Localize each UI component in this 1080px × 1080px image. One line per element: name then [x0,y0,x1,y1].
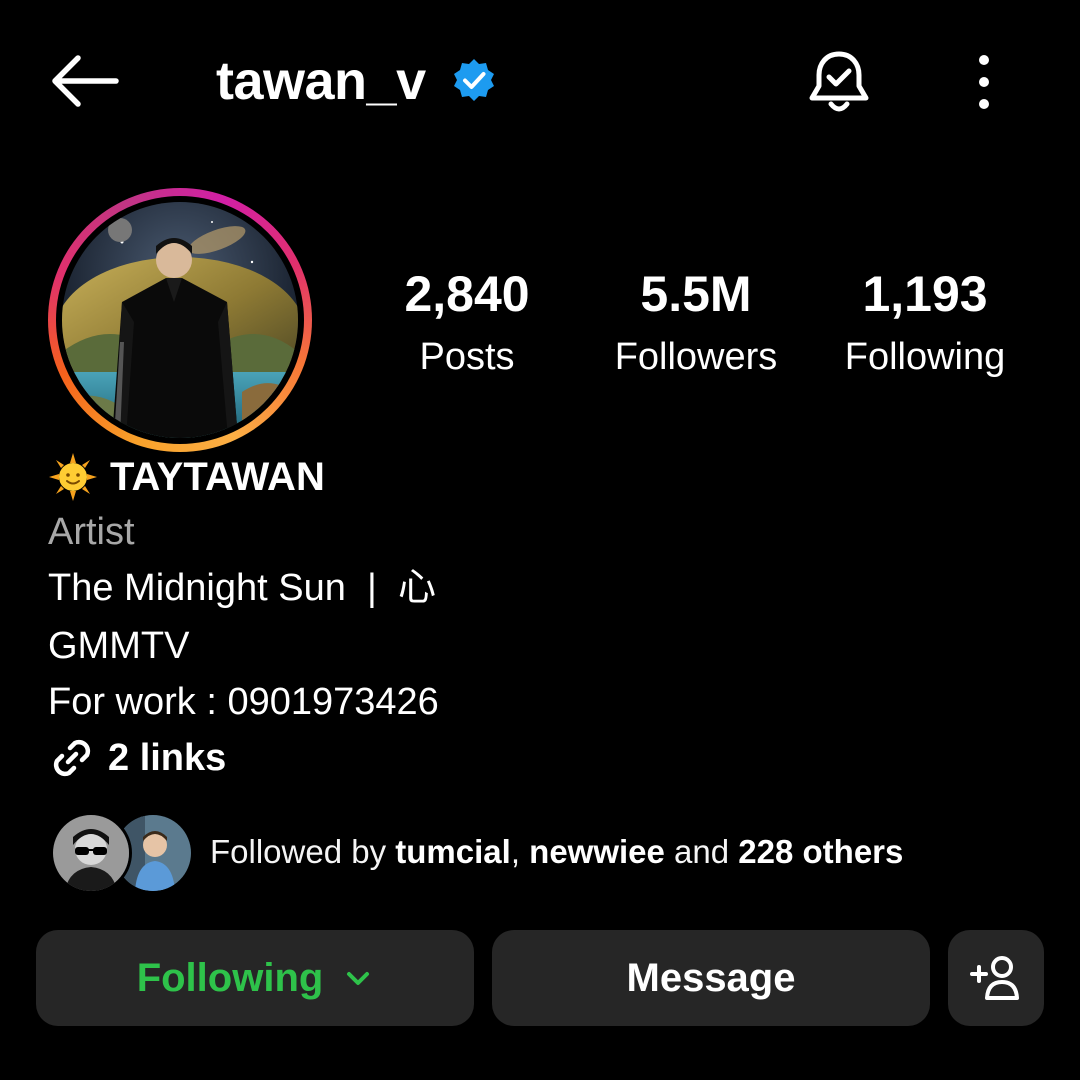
verified-badge-icon [454,59,494,101]
mutual-others: 228 others [738,833,904,870]
following-count: 1,193 [862,266,988,322]
followed-by-text: Followed by tumcial, newwiee and 228 oth… [210,812,903,892]
links-button[interactable]: 2 links [48,734,226,782]
mutual-user-1: tumcial [395,833,511,870]
mutual-conjunction: and [664,833,739,870]
more-vertical-icon[interactable] [964,52,1004,112]
posts-count: 2,840 [404,266,530,322]
profile-avatar[interactable] [62,202,298,438]
bio-line-1: The Midnight Sun | 心 [48,567,436,609]
bio-line-2: GMMTV [48,625,190,667]
display-name: TAYTAWAN [110,454,325,499]
followers-count: 5.5M [640,266,752,322]
mutual-followers[interactable]: Followed by tumcial, newwiee and 228 oth… [50,812,903,894]
mutual-avatars [50,812,194,894]
arrow-left-icon[interactable] [48,50,120,112]
links-label: 2 links [108,736,227,779]
followers-label: Followers [614,336,778,378]
posts-label: Posts [419,336,515,378]
message-button-label: Message [626,955,796,1000]
avatar [50,812,132,894]
stat-following[interactable]: 1,193 Following [825,266,1025,382]
link-icon [53,739,91,777]
following-button[interactable]: Following [36,930,474,1026]
avatar-image [62,202,298,438]
bio-line-3: For work : 0901973426 [48,681,439,723]
following-label: Following [844,336,1006,378]
stat-followers[interactable]: 5.5M Followers [596,266,796,382]
add-user-button[interactable] [948,930,1044,1026]
sun-face-emoji-icon [49,453,97,501]
profile-category: Artist [48,511,135,553]
profile-username: tawan_v [216,51,426,111]
bell-check-icon[interactable] [806,48,872,116]
message-button[interactable]: Message [492,930,930,1026]
mutual-user-2: newwiee [529,833,665,870]
chevron-down-icon [347,972,370,985]
stat-posts[interactable]: 2,840 Posts [367,266,567,382]
mutual-separator: , [510,833,530,870]
followed-by-prefix: Followed by [210,833,396,870]
add-person-icon [970,956,1019,1000]
display-name-row: TAYTAWAN [48,453,325,501]
following-button-label: Following [136,955,324,1000]
